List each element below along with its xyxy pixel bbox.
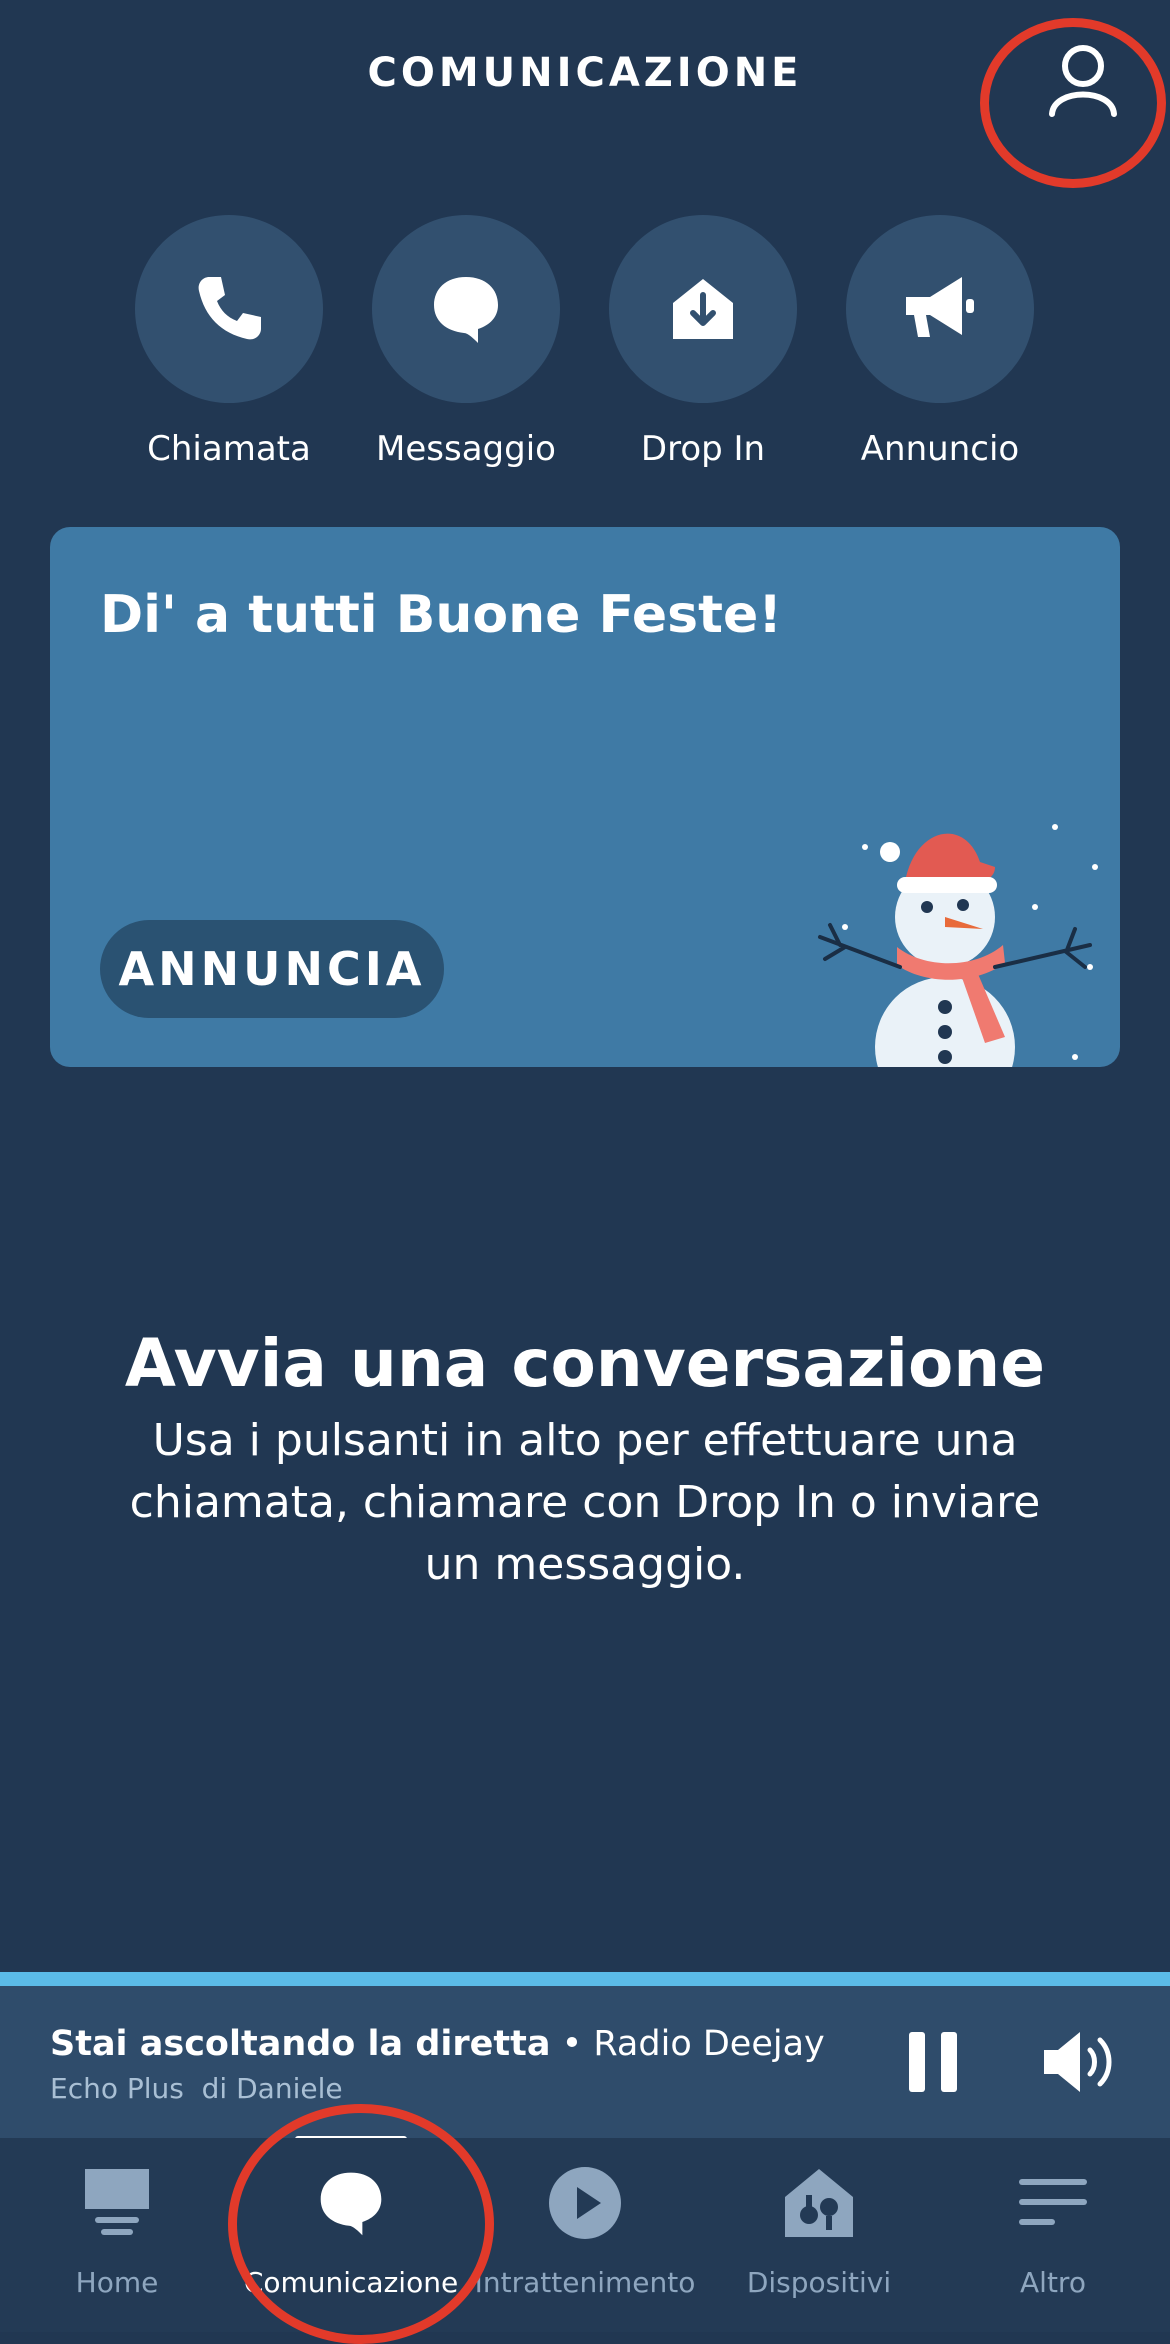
bottom-tab-bar: Home Comunicazione Intrattenimento Dispo… bbox=[0, 2138, 1170, 2332]
call-label: Chiamata bbox=[147, 429, 311, 469]
tab-home-label: Home bbox=[75, 2266, 159, 2299]
volume-icon bbox=[1044, 2032, 1112, 2092]
tab-communication[interactable]: Comunicazione bbox=[234, 2138, 468, 2332]
header: COMUNICAZIONE bbox=[0, 0, 1170, 160]
devices-icon bbox=[785, 2169, 853, 2237]
message-button[interactable]: Messaggio bbox=[351, 215, 581, 469]
tab-devices[interactable]: Dispositivi bbox=[702, 2138, 936, 2332]
empty-state-description: Usa i pulsanti in alto per effettuare un… bbox=[129, 1415, 1041, 1590]
pause-icon bbox=[909, 2032, 957, 2092]
now-playing-station: Radio Deejay bbox=[593, 2024, 825, 2064]
snowman-illustration bbox=[818, 824, 1098, 1067]
play-icon bbox=[549, 2167, 621, 2239]
now-playing-status: Stai ascoltando la diretta bbox=[50, 2024, 551, 2064]
tab-entertainment[interactable]: Intrattenimento bbox=[468, 2138, 702, 2332]
person-icon bbox=[1049, 45, 1117, 117]
tab-communication-label: Comunicazione bbox=[243, 2266, 459, 2299]
tab-devices-label: Dispositivi bbox=[746, 2266, 892, 2299]
promo-card-title: Di' a tutti Buone Feste! bbox=[100, 585, 782, 645]
page-title: COMUNICAZIONE bbox=[367, 50, 803, 96]
playback-progress-bar bbox=[0, 1972, 1170, 1986]
now-playing-bar[interactable]: Stai ascoltando la diretta • Radio Deeja… bbox=[0, 1986, 1170, 2138]
tab-more-label: Altro bbox=[1020, 2266, 1086, 2299]
megaphone-icon bbox=[906, 277, 974, 337]
speech-bubble-icon bbox=[320, 2172, 382, 2236]
menu-icon bbox=[1019, 2179, 1087, 2225]
promo-card: Di' a tutti Buone Feste! ANNUNCIA bbox=[50, 527, 1120, 1067]
announce-cta-button[interactable]: ANNUNCIA bbox=[100, 920, 444, 1018]
now-playing-device: Echo Plus di Daniele bbox=[50, 2072, 343, 2105]
announce-label: Annuncio bbox=[860, 429, 1020, 469]
drop-in-icon bbox=[673, 279, 733, 339]
empty-state-title: Avvia una conversazione bbox=[124, 1325, 1046, 1402]
pause-button[interactable] bbox=[905, 2028, 961, 2096]
home-icon bbox=[85, 2169, 149, 2235]
speech-bubble-icon bbox=[434, 277, 498, 343]
drop-in-button[interactable]: Drop In bbox=[588, 215, 818, 469]
drop-in-label: Drop In bbox=[640, 429, 766, 469]
call-button[interactable]: Chiamata bbox=[114, 215, 344, 469]
phone-icon bbox=[198, 277, 261, 340]
now-playing-text: Stai ascoltando la diretta • Radio Deeja… bbox=[50, 2024, 825, 2064]
volume-button[interactable] bbox=[1040, 2028, 1120, 2096]
announce-button[interactable]: Annuncio bbox=[825, 215, 1055, 469]
tab-more[interactable]: Altro bbox=[936, 2138, 1170, 2332]
tab-entertainment-label: Intrattenimento bbox=[474, 2266, 696, 2299]
profile-button[interactable] bbox=[1040, 38, 1126, 124]
action-buttons: Chiamata Messaggio Drop In Annuncio bbox=[0, 215, 1170, 485]
tab-home[interactable]: Home bbox=[0, 2138, 234, 2332]
now-playing-separator: • bbox=[550, 2024, 594, 2064]
playback-progress-fill bbox=[0, 1972, 1170, 1986]
message-label: Messaggio bbox=[376, 429, 556, 469]
